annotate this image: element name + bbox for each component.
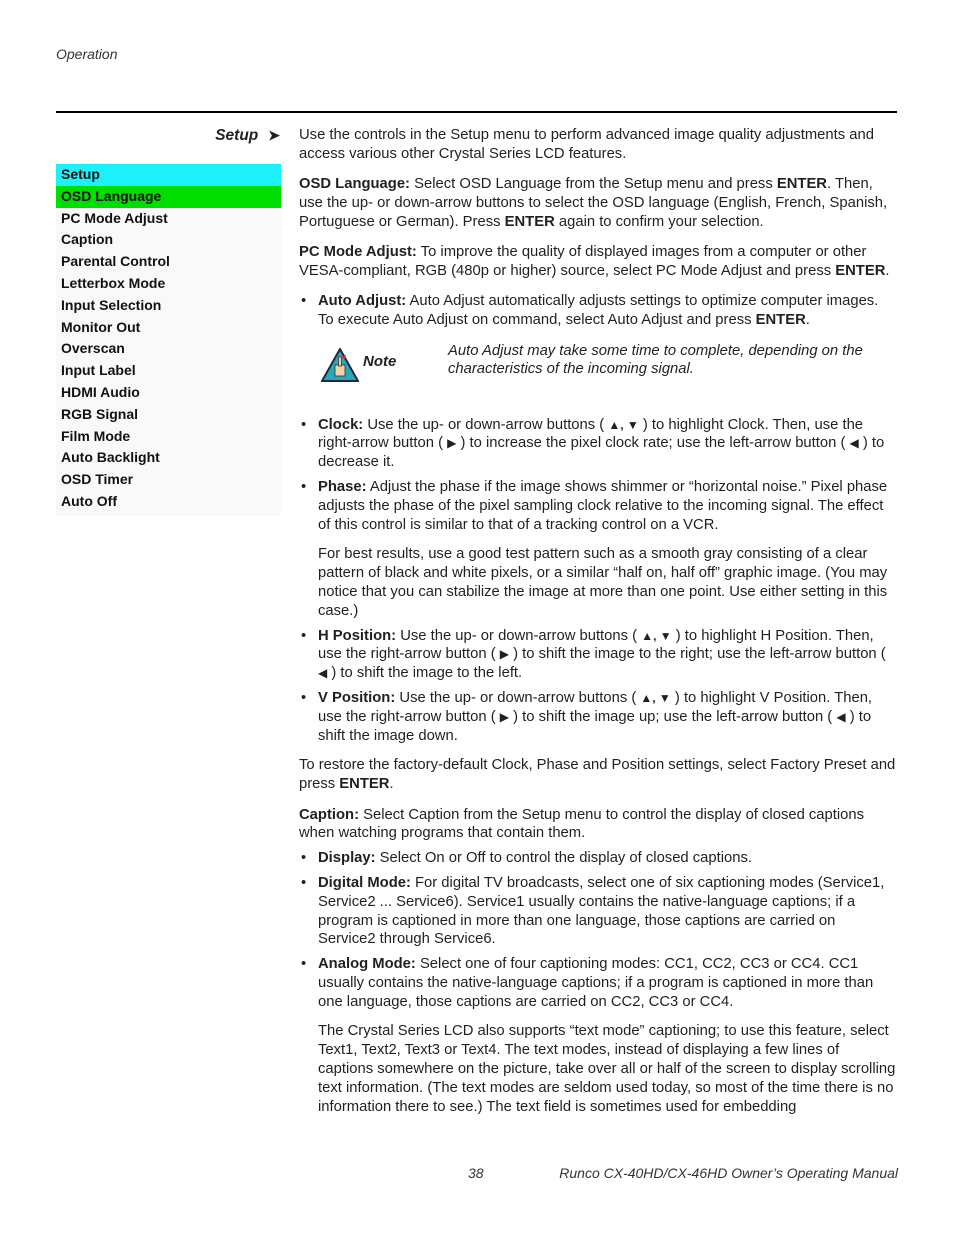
menu-item-osd-language[interactable]: OSD Language: [56, 185, 281, 208]
left-arrow-icon: ◀: [318, 666, 328, 681]
term: H Position:: [318, 627, 397, 644]
section-heading: Setup ➤: [190, 127, 280, 145]
header-rule: [56, 111, 897, 113]
page-number: 38: [468, 1165, 484, 1181]
term: PC Mode Adjust:: [299, 243, 417, 260]
digital-mode-bullet: Digital Mode: For digital TV broadcasts,…: [299, 874, 897, 949]
text: .: [885, 262, 890, 279]
up-down-arrow-icon: ▲, ▼: [641, 628, 672, 643]
note-callout: Note Auto Adjust may take some time to c…: [299, 342, 897, 400]
term: Analog Mode:: [318, 956, 416, 973]
key: ENTER: [776, 176, 827, 193]
text: Select On or Off to control the display …: [375, 850, 752, 867]
menu-item-film-mode[interactable]: Film Mode: [56, 426, 281, 448]
phase-extra-paragraph: For best results, use a good test patter…: [318, 546, 888, 619]
text: ) to shift the image up; use the left-ar…: [509, 708, 837, 725]
analog-extra-paragraph: The Crystal Series LCD also supports “te…: [318, 1023, 896, 1115]
text: ) to shift the image to the left.: [327, 665, 523, 682]
left-arrow-icon: ◀: [836, 709, 846, 724]
restore-paragraph: To restore the factory-default Clock, Ph…: [299, 756, 897, 794]
term: Clock:: [318, 416, 364, 433]
right-arrow-icon: ▶: [499, 709, 509, 724]
text: Use the up- or down-arrow buttons (: [396, 627, 642, 644]
manual-title: Runco CX-40HD/CX-46HD Owner’s Operating …: [559, 1165, 898, 1181]
text: Use the up- or down-arrow buttons (: [363, 416, 609, 433]
up-down-arrow-icon: ▲, ▼: [640, 691, 671, 706]
text: .: [805, 311, 810, 328]
term: OSD Language:: [299, 176, 410, 193]
running-head: Operation: [56, 46, 118, 62]
text: ) to shift the image to the right; use t…: [509, 646, 886, 663]
key: ENTER: [755, 311, 806, 328]
h-position-bullet: H Position: Use the up- or down-arrow bu…: [299, 627, 897, 683]
menu-item-auto-backlight[interactable]: Auto Backlight: [56, 447, 281, 469]
text: Adjust the phase if the image shows shim…: [318, 479, 888, 533]
text: Select OSD Language from the Setup menu …: [409, 176, 777, 193]
note-label: Note: [363, 352, 397, 370]
key: ENTER: [339, 776, 390, 793]
term: Display:: [318, 850, 376, 867]
up-down-arrow-icon: ▲, ▼: [608, 417, 639, 432]
setup-menu: Setup OSD Language PC Mode Adjust Captio…: [56, 164, 281, 516]
menu-item-input-label[interactable]: Input Label: [56, 360, 281, 382]
term: V Position:: [318, 690, 396, 707]
pc-mode-paragraph: PC Mode Adjust: To improve the quality o…: [299, 243, 897, 281]
menu-item-pc-mode-adjust[interactable]: PC Mode Adjust: [56, 208, 281, 230]
note-text: Auto Adjust may take some time to comple…: [448, 342, 863, 378]
term: Auto Adjust:: [318, 293, 407, 310]
menu-item-input-selection[interactable]: Input Selection: [56, 295, 281, 317]
key: ENTER: [835, 262, 886, 279]
right-arrow-icon: ▶: [447, 436, 457, 451]
analog-mode-bullet: Analog Mode: Select one of four captioni…: [299, 955, 897, 1011]
body-text: Use the controls in the Setup menu to pe…: [299, 126, 897, 1122]
menu-item-auto-off[interactable]: Auto Off: [56, 491, 281, 513]
clock-bullet: Clock: Use the up- or down-arrow buttons…: [299, 416, 897, 472]
menu-title: Setup: [56, 164, 281, 186]
term: Digital Mode:: [318, 874, 411, 891]
menu-item-caption[interactable]: Caption: [56, 229, 281, 251]
intro-paragraph: Use the controls in the Setup menu to pe…: [299, 127, 874, 162]
caption-paragraph: Caption: Select Caption from the Setup m…: [299, 806, 897, 844]
osd-language-paragraph: OSD Language: Select OSD Language from t…: [299, 175, 897, 231]
menu-item-monitor-out[interactable]: Monitor Out: [56, 317, 281, 339]
phase-bullet: Phase: Adjust the phase if the image sho…: [299, 478, 897, 534]
menu-item-hdmi-audio[interactable]: HDMI Audio: [56, 382, 281, 404]
section-title: Setup: [215, 127, 259, 144]
note-hand-icon: [321, 347, 359, 382]
auto-adjust-bullet: Auto Adjust: Auto Adjust automatically a…: [299, 292, 897, 330]
text: Use the up- or down-arrow buttons (: [395, 690, 641, 707]
arrow-right-icon: ➤: [268, 127, 280, 143]
v-position-bullet: V Position: Use the up- or down-arrow bu…: [299, 689, 897, 745]
menu-item-parental-control[interactable]: Parental Control: [56, 251, 281, 273]
term: Caption:: [299, 806, 359, 823]
text: ) to increase the pixel clock rate; use …: [456, 435, 850, 452]
text: again to confirm your selection.: [554, 213, 764, 230]
text: .: [389, 776, 394, 793]
right-arrow-icon: ▶: [499, 647, 509, 662]
menu-item-osd-timer[interactable]: OSD Timer: [56, 469, 281, 491]
menu-item-overscan[interactable]: Overscan: [56, 338, 281, 360]
display-bullet: Display: Select On or Off to control the…: [299, 849, 897, 868]
key: ENTER: [504, 213, 555, 230]
text: Select Caption from the Setup menu to co…: [299, 806, 865, 842]
left-arrow-icon: ◀: [849, 436, 859, 451]
menu-item-rgb-signal[interactable]: RGB Signal: [56, 404, 281, 426]
menu-item-letterbox-mode[interactable]: Letterbox Mode: [56, 273, 281, 295]
term: Phase:: [318, 479, 367, 496]
